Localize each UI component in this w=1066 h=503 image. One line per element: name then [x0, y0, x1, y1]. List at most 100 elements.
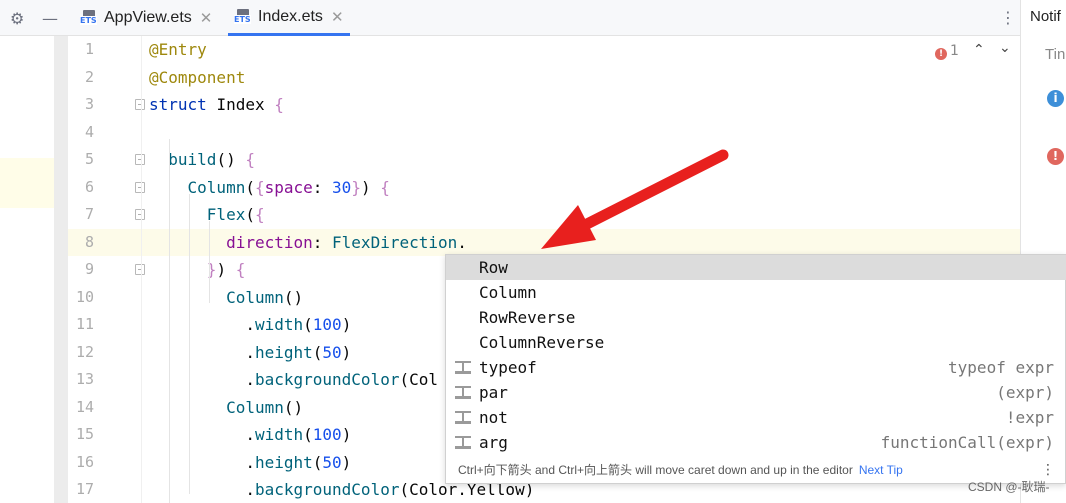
completion-item[interactable]: typeof typeof expr — [446, 355, 1066, 380]
code-text: @Component — [149, 64, 245, 92]
completion-item-name: arg — [479, 433, 508, 452]
code-line[interactable]: 4 — [68, 119, 1020, 147]
code-text: Column() — [149, 284, 303, 312]
fold-marker-icon[interactable] — [135, 99, 145, 110]
code-token: Column — [187, 177, 246, 197]
code-token: . — [149, 425, 255, 444]
code-token: width — [254, 315, 304, 334]
code-token: ( — [303, 425, 313, 444]
code-text: }) { — [149, 256, 246, 284]
line-number: 5 — [84, 150, 94, 168]
code-token: . — [149, 342, 255, 362]
line-number: 8 — [84, 232, 94, 251]
more-vertical-icon[interactable]: ⋮ — [1000, 8, 1016, 27]
code-token: @Entry — [149, 40, 207, 59]
gear-icon[interactable]: ⚙ — [10, 9, 24, 28]
code-text: .width(100) — [149, 311, 351, 339]
line-number: 12 — [75, 342, 94, 361]
fold-marker-icon[interactable] — [135, 264, 145, 275]
chevron-up-icon[interactable]: ⌃ — [973, 42, 985, 58]
code-token: Column — [226, 287, 284, 307]
info-icon[interactable]: i — [1047, 90, 1064, 107]
completion-item-name: not — [479, 408, 508, 427]
inspection-widget[interactable]: ! 1 — [935, 43, 959, 60]
completion-item[interactable]: arg functionCall(expr) — [446, 430, 1066, 455]
completion-item[interactable]: ColumnReverse — [446, 330, 1066, 355]
fold-marker-icon[interactable] — [135, 209, 145, 220]
code-line[interactable]: 7 Flex({ — [68, 201, 1020, 229]
minimize-icon[interactable]: — — [42, 9, 58, 28]
left-tool-gutter — [0, 0, 54, 503]
chevron-down-icon[interactable]: ⌄ — [999, 40, 1011, 56]
completion-item[interactable]: not !expr — [446, 405, 1066, 430]
more-vertical-icon[interactable]: ⋮ — [1041, 462, 1055, 478]
code-token: 100 — [312, 425, 342, 444]
code-token: . — [149, 480, 255, 499]
code-line[interactable]: 3 struct Index { — [68, 91, 1020, 119]
completion-item[interactable]: Column — [446, 280, 1066, 305]
code-token: space — [264, 177, 313, 197]
tab-index[interactable]: ETS Index.ets ✕ — [228, 0, 350, 36]
completion-item[interactable]: RowReverse — [446, 305, 1066, 330]
fold-marker-icon[interactable] — [135, 181, 145, 193]
postfix-template-icon — [455, 411, 471, 424]
completion-item-tail: !expr — [1005, 408, 1054, 427]
code-line[interactable]: 1 @Entry — [68, 36, 1020, 64]
line-number: 3 — [84, 95, 94, 113]
code-line[interactable]: 5 build() { — [68, 146, 1020, 174]
completion-item[interactable]: Row — [446, 255, 1066, 280]
code-token: 50 — [322, 342, 342, 362]
ets-file-icon: ETS — [80, 10, 98, 26]
code-text: .height(50) — [149, 449, 351, 477]
code-text: .width(100) — [149, 421, 351, 449]
code-token: ( — [312, 452, 323, 472]
postfix-template-icon — [455, 361, 471, 374]
completion-item-tail: typeof expr — [948, 358, 1054, 377]
line-number: 15 — [75, 425, 94, 443]
error-count: 1 — [950, 43, 959, 59]
code-text: @Entry — [149, 36, 207, 64]
next-tip-link[interactable]: Next Tip — [859, 463, 903, 477]
completion-item-name: RowReverse — [479, 308, 576, 327]
code-token: ) — [216, 260, 236, 279]
error-icon[interactable]: ! — [1047, 148, 1064, 165]
code-token: struct — [149, 95, 217, 114]
code-token: height — [254, 342, 313, 362]
line-number: 9 — [84, 260, 94, 278]
code-token: . — [149, 370, 255, 389]
code-token: () — [283, 287, 304, 307]
code-token: ( — [303, 315, 313, 334]
code-token: Flex — [206, 205, 246, 224]
code-token: Column — [226, 397, 284, 417]
completion-item[interactable]: par (expr) — [446, 380, 1066, 405]
completion-item-name: typeof — [479, 358, 537, 377]
line-number: 7 — [84, 205, 94, 223]
postfix-template-icon — [455, 386, 471, 399]
code-token: { — [380, 177, 390, 197]
line-number: 10 — [75, 287, 94, 306]
editor-tab-bar: ⚙ — ETS AppView.ets ✕ ETS Index.ets ✕ ⋮ — [0, 0, 1020, 36]
code-token: ) — [341, 315, 352, 334]
code-token: 50 — [322, 452, 342, 472]
line-number: 1 — [84, 40, 94, 58]
code-token: FlexDirection — [332, 232, 458, 252]
close-icon[interactable]: ✕ — [331, 8, 344, 26]
code-line[interactable]: 2 @Component — [68, 64, 1020, 92]
code-line[interactable]: 6 Column({space: 30}) { — [68, 174, 1020, 202]
completion-popup[interactable]: Ctrl+向下箭头 and Ctrl+向上箭头 will move caret … — [445, 254, 1066, 484]
line-number: 17 — [75, 480, 94, 498]
code-token: ( — [245, 177, 255, 197]
fold-marker-icon[interactable] — [135, 154, 145, 165]
tab-appview[interactable]: ETS AppView.ets ✕ — [74, 0, 218, 36]
code-token: { — [254, 177, 265, 197]
line-number: 16 — [75, 452, 94, 471]
code-token: backgroundColor — [254, 370, 400, 389]
code-token: direction — [226, 232, 313, 252]
close-icon[interactable]: ✕ — [200, 9, 213, 27]
code-line[interactable]: 8 direction: FlexDirection. — [68, 228, 1020, 256]
code-token: { — [274, 95, 284, 114]
